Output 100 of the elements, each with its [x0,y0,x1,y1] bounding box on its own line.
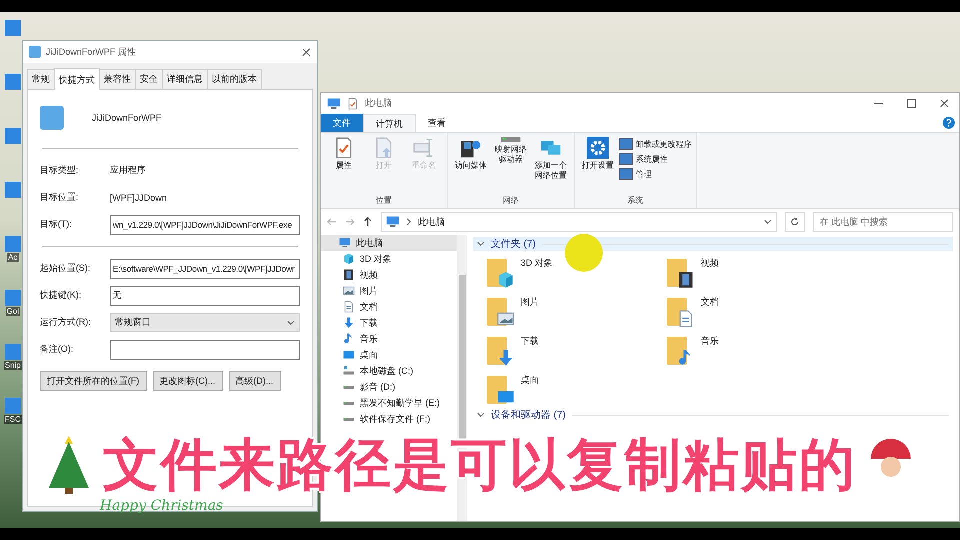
drive-icon [343,386,355,388]
tab[interactable]: 以前的版本 [207,69,262,89]
dialog-button[interactable]: 高级(D)... [228,371,280,391]
window-title: 此电脑 [365,97,393,110]
tab[interactable]: 快捷方式 [54,68,100,90]
ribbon-button[interactable]: 访问媒体 [452,136,490,186]
app-icon [40,106,64,130]
input-field[interactable]: wn_v1.229.0\[WPF]JJDown\JiJiDownForWPF.exe [110,214,300,234]
nav-item[interactable]: 下载 [321,315,457,331]
ribbon-tab[interactable]: 计算机 [363,114,416,132]
group-label: 位置 [375,195,393,206]
folder-item[interactable]: 文档 [667,296,719,328]
nav-item[interactable]: 音乐 [321,331,457,347]
dialog-button[interactable]: 更改图标(C)... [152,371,222,391]
section-header[interactable]: 文件夹 (7) [473,237,953,251]
chevron-icon [764,218,772,226]
address-bar[interactable]: 此电脑 [381,212,777,232]
field-label: 目标类型: [40,164,80,177]
up-icon[interactable] [363,217,373,227]
decoration-text: Happy Christmas [100,497,224,515]
picture-icon [343,285,355,297]
maximize-icon[interactable] [907,99,916,108]
field-value: 应用程序 [110,164,146,177]
help-icon[interactable] [943,117,955,129]
dialog-button[interactable]: 打开文件所在的位置(F) [40,371,146,391]
drive-icon [500,137,522,142]
nav-item[interactable]: 桌面 [321,347,457,363]
field-label: 起始位置(S): [40,262,92,275]
folder-item[interactable]: 图片 [487,296,539,328]
down-arrow-icon [343,317,355,329]
nav-item[interactable]: 软件保存文件 (F:) [321,411,457,427]
field-label: 目标(T): [40,218,73,231]
group-label: 系统 [626,195,644,206]
refresh-button[interactable] [785,212,805,232]
film-icon [343,269,355,281]
dropdown[interactable]: 常规窗口 [110,313,300,332]
nav-item[interactable]: 视频 [321,267,457,283]
folder-item[interactable]: 3D 对象 [487,257,554,289]
drive-icon [343,402,355,404]
chevron-icon [406,218,412,226]
chevron-icon [287,318,295,326]
down-arrow-icon [497,349,515,367]
folder-item[interactable]: 下载 [487,335,539,367]
field-value: [WPF]JJDown [110,192,168,202]
input-field[interactable]: 无 [110,286,300,306]
cube-icon [497,271,515,289]
nav-item[interactable]: 黑发不知勤学早 (E:) [321,395,457,411]
computer-icon [386,215,400,229]
monitor-icon [343,349,355,361]
nav-item[interactable]: 图片 [321,283,457,299]
field-label: 目标位置: [40,191,80,204]
folder-item[interactable]: 桌面 [487,374,539,406]
section-header[interactable]: 设备和驱动器 (7) [473,408,953,422]
desktop-icon-label[interactable]: Snip [4,361,22,370]
music-note-icon [343,333,355,345]
app-icon [29,46,41,58]
ribbon-button[interactable]: 卸载或更改程序 [619,138,692,150]
input-field[interactable] [110,340,300,360]
group-label: 网络 [502,195,520,206]
ribbon-button[interactable]: 属性 [325,136,363,186]
ribbon-button[interactable]: 系统属性 [619,153,692,165]
computer-icon [339,237,351,249]
ribbon-button[interactable]: 打开设置 [579,136,617,186]
forward-icon[interactable] [345,217,355,227]
chevron-icon [477,411,485,419]
back-icon[interactable] [327,217,337,227]
desktop-icon-label[interactable]: Gol [6,307,20,316]
folder-item[interactable]: 音乐 [667,335,719,367]
settings-icon [587,137,609,159]
ribbon-tab[interactable]: 文件 [321,114,363,132]
drive-icon [343,418,355,420]
nav-item[interactable]: 3D 对象 [321,251,457,267]
refresh-icon[interactable] [790,217,800,227]
picture-icon [497,310,515,328]
app-name: JiJiDownForWPF [92,113,162,123]
ribbon-button[interactable]: 管理 [619,168,692,180]
checklist-icon [347,98,359,110]
document-icon [677,310,695,328]
film-icon [677,271,695,289]
desktop-icon-label[interactable]: FSC [4,415,22,424]
cube-icon [343,253,355,265]
input-field[interactable]: E:\software\WPF_JJDown_v1.229.0\[WPF]JJDowr [110,258,300,278]
computer-icon [327,96,341,110]
window-title: JiJiDownForWPF 属性 [46,46,138,58]
ribbon-button[interactable]: 添加一个网络位置 [532,136,570,186]
search-field[interactable]: 在 此电脑 中搜索 [813,212,953,232]
nav-item[interactable]: 影音 (D:) [321,379,457,395]
nav-item[interactable]: 文档 [321,299,457,315]
desktop-icon-label[interactable]: Ac [7,253,19,262]
drive-icon [343,365,355,377]
close-icon[interactable] [940,99,949,108]
tab[interactable]: 常规 [27,69,55,89]
ribbon-tab[interactable]: 查看 [416,114,458,132]
chevron-icon [477,240,485,248]
ribbon-button[interactable]: 映射网络驱动器 [492,136,530,186]
close-icon[interactable] [302,48,311,56]
nav-item[interactable]: 本地磁盘 (C:) [321,363,457,379]
nav-item[interactable]: 此电脑 [321,235,457,251]
folder-item[interactable]: 视频 [667,257,719,289]
rename-icon [413,137,435,159]
